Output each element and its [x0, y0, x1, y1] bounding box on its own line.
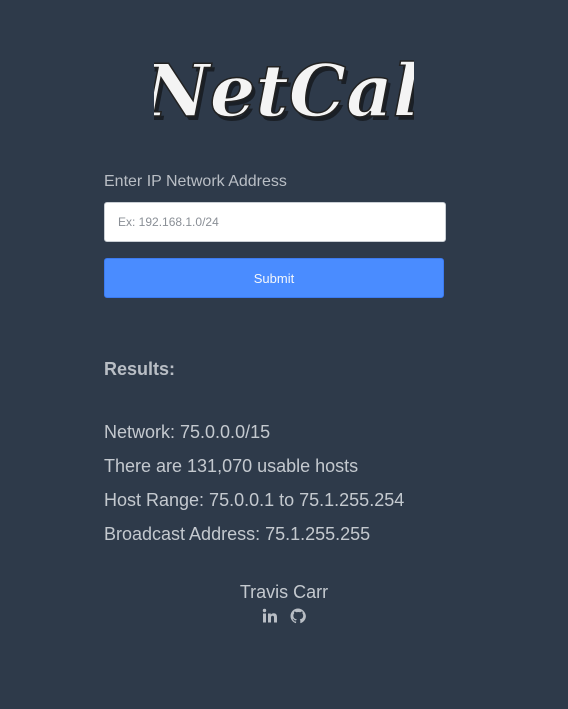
- author-name: Travis Carr: [239, 582, 329, 602]
- result-usable-hosts: There are 131,070 usable hosts: [104, 456, 359, 476]
- ip-form: Enter IP Network Address Submit: [104, 172, 446, 298]
- result-host-range: Host Range: 75.0.0.1 to 75.1.255.254: [104, 490, 405, 510]
- footer: Travis Carr: [0, 580, 568, 624]
- social-links: [0, 608, 568, 624]
- ip-address-input[interactable]: [104, 202, 446, 242]
- result-broadcast-address: Broadcast Address: 75.1.255.255: [104, 524, 371, 544]
- results-heading: Results:: [104, 359, 176, 379]
- results-section: Results: Network: 75.0.0.0/15 There are …: [104, 357, 504, 551]
- result-network: Network: 75.0.0.0/15: [104, 422, 271, 442]
- submit-button[interactable]: Submit: [104, 258, 444, 298]
- netcal-logo: NetCal NetCal: [0, 40, 568, 140]
- logo-text: NetCal: [154, 48, 414, 133]
- linkedin-icon[interactable]: [262, 608, 278, 624]
- ip-input-label: Enter IP Network Address: [104, 173, 287, 190]
- github-icon[interactable]: [290, 608, 306, 624]
